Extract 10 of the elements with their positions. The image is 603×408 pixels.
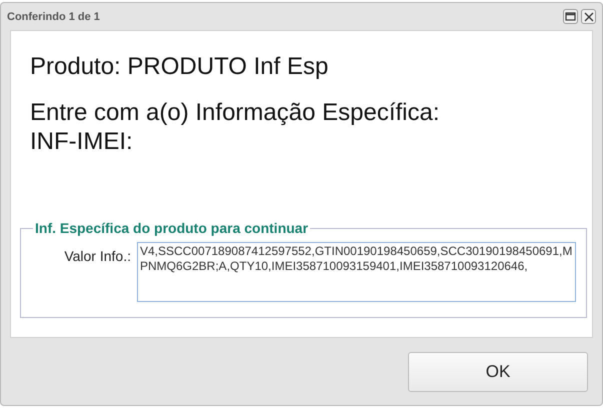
input-field[interactable]: V4,SSCC007189087412597552,GTIN00190198450659,SCC30190198450691,MPNMQ6G2BR;A,QTY10,IMEI358710093159401,IMEI358710093120646, bbox=[137, 242, 576, 302]
prompt-text: INF-IMEI: bbox=[30, 127, 134, 156]
field-label: Valor Info.: bbox=[63, 247, 131, 264]
product-text: Produto: PRODUTO Inf Esp bbox=[30, 52, 330, 81]
maximize-button[interactable] bbox=[563, 9, 578, 24]
close-button[interactable] bbox=[581, 9, 596, 24]
ok-button[interactable]: OK bbox=[408, 352, 588, 392]
prompt-text: Entre com a(o) Informação Específica: bbox=[30, 98, 440, 127]
window-title: Conferindo 1 de 1 bbox=[7, 10, 101, 22]
group-legend: Inf. Específica do produto para continuar bbox=[33, 220, 310, 236]
